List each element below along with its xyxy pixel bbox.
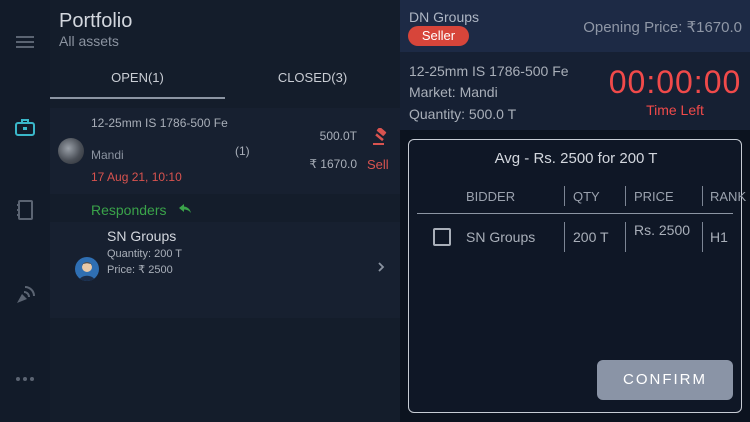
rank-cell: H1 bbox=[710, 229, 728, 245]
responder-item[interactable]: SN Groups Quantity: 200 T Price: ₹ 2500 bbox=[50, 222, 400, 318]
average-bid-summary: Avg - Rs. 2500 for 200 T bbox=[494, 150, 658, 167]
column-divider bbox=[625, 222, 626, 252]
seller-badge: Seller bbox=[408, 26, 469, 46]
nav-rail bbox=[0, 0, 50, 422]
portfolio-panel: Portfolio All assets OPEN(1) CLOSED(3) 1… bbox=[50, 0, 400, 422]
bid-detail-panel: DN Groups Seller Opening Price: ₹1670.0 … bbox=[400, 0, 750, 422]
price-cell: Rs. 2500 bbox=[634, 222, 691, 238]
gavel-icon bbox=[372, 127, 390, 146]
column-header-bidder: BIDDER bbox=[466, 189, 516, 204]
page-subtitle: All assets bbox=[59, 33, 119, 49]
product-thumbnail bbox=[58, 138, 84, 164]
market-line: Market: Mandi bbox=[409, 84, 498, 100]
response-count: (1) bbox=[235, 144, 250, 158]
product-name: 12-25mm IS 1786-500 Fe bbox=[409, 63, 569, 79]
timer-label: Time Left bbox=[646, 102, 704, 118]
satellite-dish-icon[interactable] bbox=[13, 283, 37, 307]
more-icon[interactable] bbox=[13, 367, 37, 391]
menu-icon[interactable] bbox=[13, 30, 37, 54]
opening-price: Opening Price: ₹1670.0 bbox=[583, 19, 742, 36]
responder-quantity: Quantity: 200 T bbox=[107, 248, 183, 260]
column-divider bbox=[625, 186, 626, 206]
seller-name: DN Groups bbox=[409, 9, 480, 25]
listing-name: 12-25mm IS 1786-500 Fe bbox=[91, 116, 228, 130]
chevron-right-icon[interactable] bbox=[376, 260, 386, 274]
column-header-price: PRICE bbox=[634, 189, 674, 204]
listing-market: Mandi bbox=[91, 148, 124, 162]
tab-closed[interactable]: CLOSED(3) bbox=[225, 70, 400, 88]
column-header-qty: QTY bbox=[573, 189, 600, 204]
app-root: Portfolio All assets OPEN(1) CLOSED(3) 1… bbox=[0, 0, 750, 422]
reply-icon bbox=[178, 202, 192, 216]
seller-header: DN Groups Seller Opening Price: ₹1670.0 bbox=[400, 0, 750, 52]
column-divider bbox=[564, 222, 565, 252]
listing-info: 12-25mm IS 1786-500 Fe Market: Mandi Qua… bbox=[400, 52, 750, 130]
column-header-rank: RANK bbox=[710, 189, 747, 204]
listing-quantity: 500.0T bbox=[319, 129, 357, 143]
avatar bbox=[75, 257, 99, 281]
countdown-timer: 00:00:00 bbox=[608, 64, 742, 100]
bidder-cell: SN Groups bbox=[466, 229, 536, 245]
column-divider bbox=[702, 186, 703, 206]
listing-price: ₹ 1670.0 bbox=[309, 157, 357, 171]
responder-price: Price: ₹ 2500 bbox=[107, 264, 173, 276]
responders-label: Responders bbox=[91, 202, 167, 218]
qty-cell: 200 T bbox=[573, 229, 609, 245]
briefcase-icon[interactable] bbox=[13, 115, 37, 139]
bid-select-checkbox[interactable] bbox=[433, 228, 451, 246]
listing-card[interactable]: 12-25mm IS 1786-500 Fe Mandi 17 Aug 21, … bbox=[50, 108, 400, 194]
bids-table-card: Avg - Rs. 2500 for 200 T BIDDER QTY PRIC… bbox=[408, 139, 746, 413]
quantity-line: Quantity: 500.0 T bbox=[409, 106, 517, 122]
listing-date: 17 Aug 21, 10:10 bbox=[91, 170, 182, 184]
active-tab-indicator bbox=[50, 97, 225, 99]
responder-name: SN Groups bbox=[107, 228, 177, 244]
column-divider bbox=[564, 186, 565, 206]
header-divider bbox=[417, 213, 733, 214]
listing-type: Sell bbox=[367, 157, 389, 172]
column-divider bbox=[702, 222, 703, 252]
page-title: Portfolio bbox=[59, 10, 133, 32]
confirm-button[interactable]: CONFIRM bbox=[597, 360, 733, 400]
tab-open[interactable]: OPEN(1) bbox=[50, 70, 225, 88]
notebook-icon[interactable] bbox=[13, 198, 37, 222]
